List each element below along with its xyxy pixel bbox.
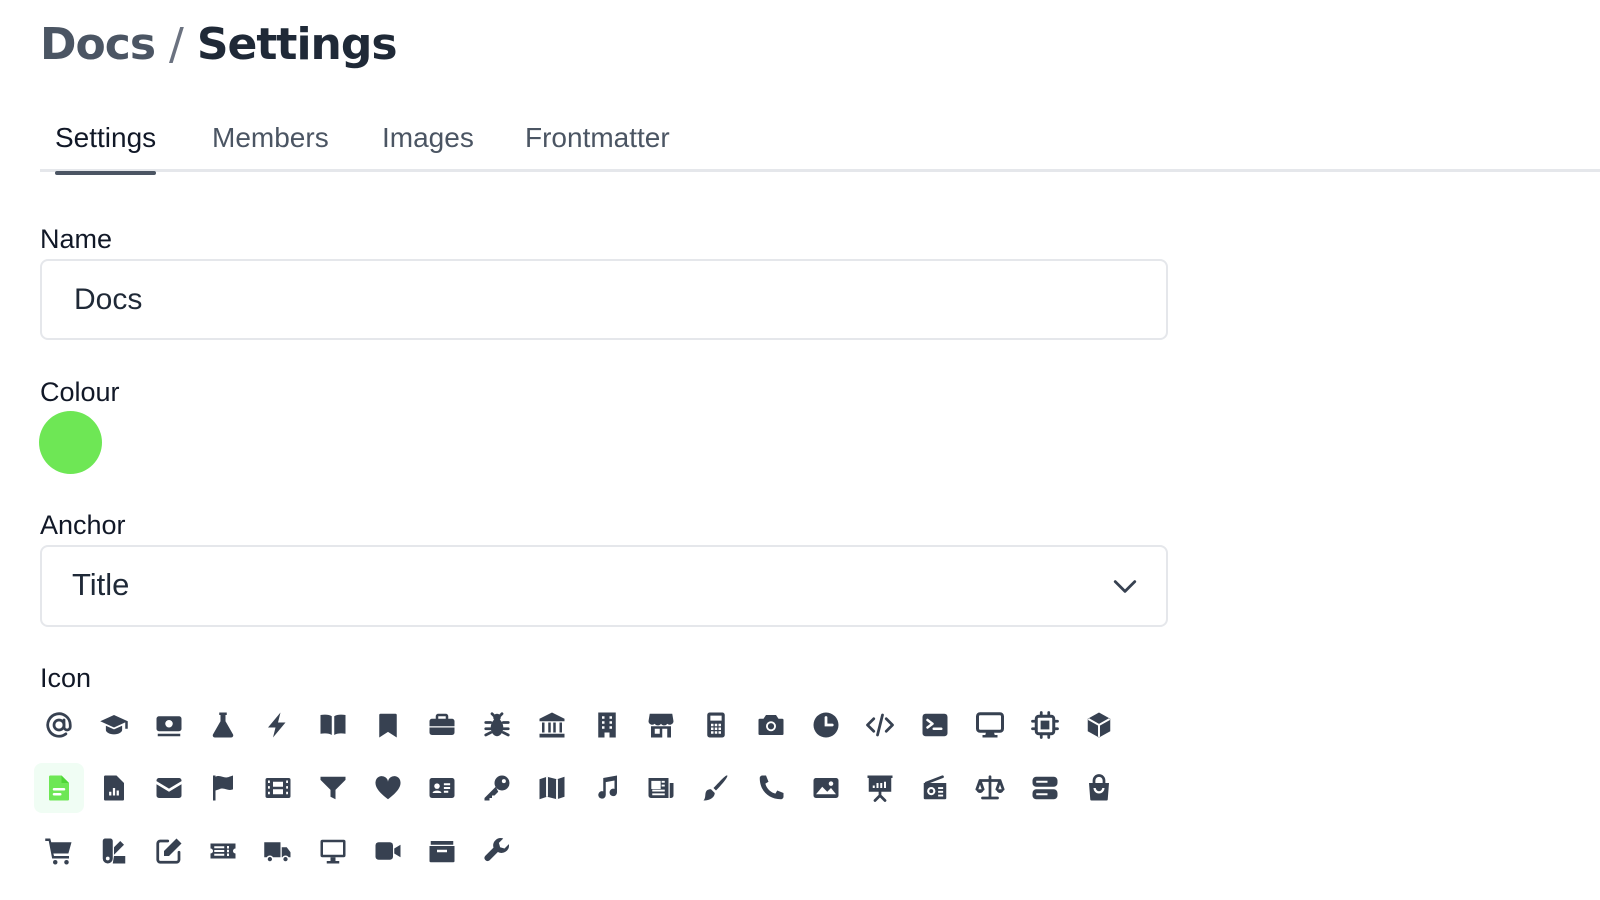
id-card-icon[interactable] xyxy=(418,764,466,812)
icon-label: Icon xyxy=(40,663,92,693)
colour-label: Colour xyxy=(40,377,120,407)
wallet-icon[interactable] xyxy=(418,827,466,875)
paint-brush-icon[interactable] xyxy=(692,764,740,812)
swatch-icon[interactable] xyxy=(90,827,138,875)
cube-icon[interactable] xyxy=(1075,701,1123,749)
anchor-label: Anchor xyxy=(40,510,126,540)
shopping-bag-icon[interactable] xyxy=(1075,764,1123,812)
anchor-select-value: Title xyxy=(72,567,130,602)
newspaper-icon[interactable] xyxy=(637,764,685,812)
tab-images[interactable]: Images xyxy=(382,112,474,172)
bank-icon[interactable] xyxy=(528,701,576,749)
envelope-icon[interactable] xyxy=(145,764,193,812)
tab-members[interactable]: Members xyxy=(212,112,329,172)
shopping-cart-icon[interactable] xyxy=(35,827,83,875)
flag-icon[interactable] xyxy=(199,764,247,812)
bookmark-icon[interactable] xyxy=(364,701,412,749)
presentation-icon[interactable] xyxy=(856,764,904,812)
page-title: Settings xyxy=(196,19,398,70)
money-icon[interactable] xyxy=(145,701,193,749)
breadcrumb: Docs / Settings xyxy=(40,16,398,74)
flask-icon[interactable] xyxy=(199,701,247,749)
book-open-icon[interactable] xyxy=(309,701,357,749)
truck-icon[interactable] xyxy=(254,827,302,875)
pencil-square-icon[interactable] xyxy=(145,827,193,875)
bug-icon[interactable] xyxy=(473,701,521,749)
tab-settings[interactable]: Settings xyxy=(55,112,157,175)
briefcase-icon[interactable] xyxy=(418,701,466,749)
server-icon[interactable] xyxy=(1021,764,1069,812)
building-icon[interactable] xyxy=(583,701,631,749)
store-icon[interactable] xyxy=(637,701,685,749)
phone-icon[interactable] xyxy=(747,764,795,812)
clock-icon[interactable] xyxy=(802,701,850,749)
photo-icon[interactable] xyxy=(802,764,850,812)
document-icon[interactable] xyxy=(34,763,84,813)
name-label: Name xyxy=(40,224,113,254)
code-icon[interactable] xyxy=(856,701,904,749)
film-icon[interactable] xyxy=(254,764,302,812)
breadcrumb-parent-link[interactable]: Docs xyxy=(40,19,156,70)
anchor-select-box[interactable] xyxy=(40,545,1168,627)
funnel-icon[interactable] xyxy=(309,764,357,812)
anchor-select[interactable]: Title xyxy=(40,545,1168,627)
breadcrumb-separator: / xyxy=(169,19,184,70)
bolt-icon[interactable] xyxy=(254,701,302,749)
tab-frontmatter[interactable]: Frontmatter xyxy=(525,112,670,172)
scale-icon[interactable] xyxy=(966,764,1014,812)
colour-swatch[interactable] xyxy=(39,411,102,474)
document-chart-icon[interactable] xyxy=(90,764,138,812)
key-icon[interactable] xyxy=(473,764,521,812)
settings-tabs: Settings Members Images Frontmatter xyxy=(40,112,1600,175)
map-icon[interactable] xyxy=(528,764,576,812)
wrench-icon[interactable] xyxy=(473,827,521,875)
at-icon[interactable] xyxy=(35,701,83,749)
graduation-cap-icon[interactable] xyxy=(90,701,138,749)
ticket-icon[interactable] xyxy=(199,827,247,875)
video-camera-icon[interactable] xyxy=(364,827,412,875)
terminal-icon[interactable] xyxy=(911,701,959,749)
calculator-icon[interactable] xyxy=(692,701,740,749)
name-input[interactable] xyxy=(40,259,1168,340)
chip-icon[interactable] xyxy=(1021,701,1069,749)
music-icon[interactable] xyxy=(583,764,631,812)
monitor-icon[interactable] xyxy=(309,827,357,875)
heart-icon[interactable] xyxy=(364,764,412,812)
camera-icon[interactable] xyxy=(747,701,795,749)
radio-icon[interactable] xyxy=(911,764,959,812)
chevron-down-icon xyxy=(1113,580,1137,593)
desktop-icon[interactable] xyxy=(966,701,1014,749)
